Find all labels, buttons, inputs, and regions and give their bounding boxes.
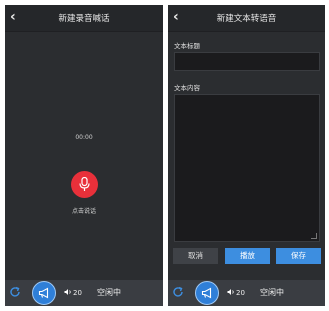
text-content-label: 文本内容 xyxy=(174,84,200,92)
page-title: 新建文本转语音 xyxy=(216,14,277,24)
page-title: 新建录音喊话 xyxy=(58,14,110,24)
text-to-speech-panel: ‹ 新建文本转语音 文本标题 文本内容 取消 播放 保存 20 空闲中 xyxy=(168,5,325,306)
broadcast-button[interactable] xyxy=(32,281,56,305)
text-title-label: 文本标题 xyxy=(174,42,200,50)
volume-value: 20 xyxy=(236,289,245,297)
resize-handle-icon[interactable] xyxy=(311,233,317,239)
play-button[interactable]: 播放 xyxy=(225,248,270,264)
record-broadcast-panel: ‹ 新建录音喊话 00:00 点击说话 20 空闲中 xyxy=(5,5,163,306)
volume-icon xyxy=(64,289,71,295)
refresh-icon[interactable] xyxy=(9,286,21,298)
title-bar: ‹ 新建文本转语音 xyxy=(168,5,325,32)
megaphone-icon xyxy=(38,287,49,299)
bottom-bar: 20 空闲中 xyxy=(5,280,163,306)
cancel-button[interactable]: 取消 xyxy=(173,248,218,264)
refresh-icon[interactable] xyxy=(172,286,184,298)
volume-value: 20 xyxy=(73,289,82,297)
volume-indicator[interactable]: 20 xyxy=(227,288,245,297)
text-content-textarea[interactable] xyxy=(174,94,320,242)
save-button[interactable]: 保存 xyxy=(276,248,321,264)
status-text: 空闲中 xyxy=(97,288,121,297)
bottom-bar: 20 空闲中 xyxy=(168,280,325,306)
megaphone-icon xyxy=(201,287,212,299)
microphone-icon xyxy=(79,177,90,191)
record-timer: 00:00 xyxy=(75,134,93,141)
volume-icon xyxy=(227,289,234,295)
record-hint: 点击说话 xyxy=(71,208,96,215)
volume-indicator[interactable]: 20 xyxy=(64,288,82,297)
status-text: 空闲中 xyxy=(260,288,284,297)
broadcast-button[interactable] xyxy=(195,281,219,305)
title-bar: ‹ 新建录音喊话 xyxy=(5,5,163,32)
record-button[interactable] xyxy=(71,171,98,198)
text-title-input[interactable] xyxy=(174,52,320,71)
